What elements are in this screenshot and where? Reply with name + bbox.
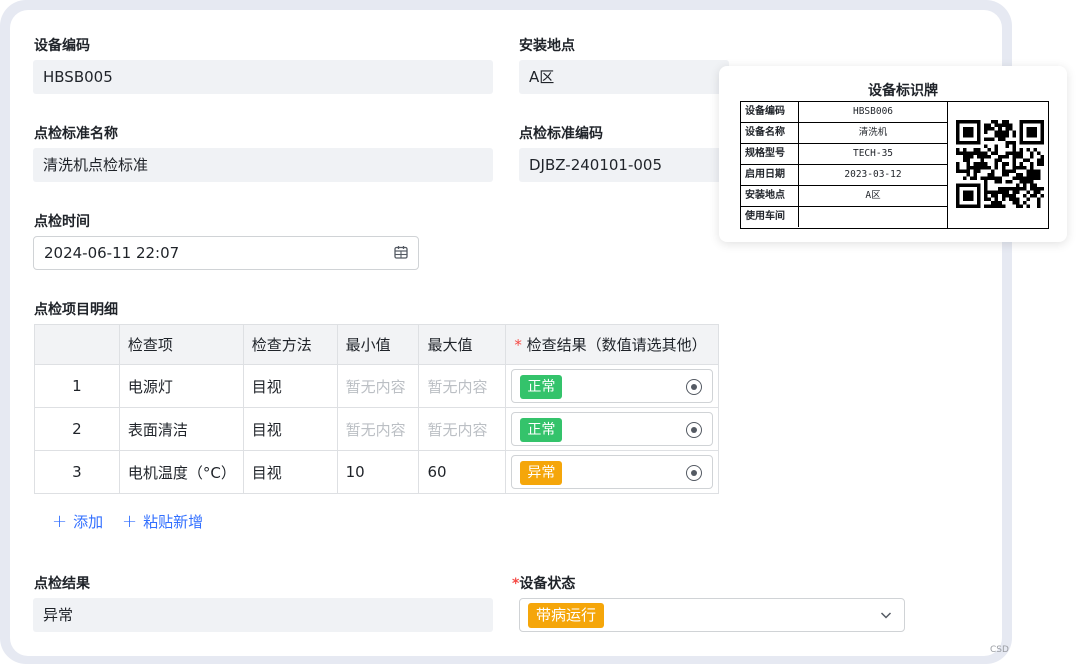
nameplate-row: 启用日期 2023-03-12 — [741, 165, 947, 186]
nameplate-value: HBSB006 — [852, 106, 894, 117]
inspection-result-label: 点检结果 — [34, 576, 90, 592]
device-status-select[interactable]: 带病运行 — [519, 598, 905, 632]
plus-icon: + — [122, 510, 138, 532]
device-nameplate-card: 设备标识牌 设备编码 HBSB006 设备名称 清洗机 规格型号 TECH-35… — [719, 66, 1067, 242]
col-header-method: 检查方法 — [242, 324, 338, 365]
device-status-label-text: 设备状态 — [519, 576, 576, 592]
col-header-max: 最大值 — [418, 324, 507, 365]
result-tag: 正常 — [520, 375, 563, 399]
row-method: 目视 — [242, 407, 338, 451]
nameplate-row: 规格型号 TECH-35 — [741, 144, 947, 165]
row-index: 3 — [34, 450, 120, 494]
detail-title: 点检项目明细 — [34, 302, 118, 318]
inspection-detail-table: 检查项 检查方法 最小值 最大值 * 检查结果（数值请选其他） 1 电源灯 目视… — [34, 324, 719, 494]
nameplate-value: 2023-03-12 — [844, 169, 902, 180]
radio-icon[interactable] — [686, 422, 702, 438]
nameplate-key: 使用车间 — [741, 207, 799, 227]
chevron-down-icon[interactable] — [880, 609, 892, 621]
nameplate-divider — [947, 102, 948, 228]
inspection-time-input[interactable]: 2024-06-11 22:07 — [33, 236, 419, 270]
nameplate-key: 启用日期 — [741, 165, 799, 185]
nameplate-key: 设备编码 — [741, 102, 799, 122]
nameplate-value: A区 — [865, 190, 881, 201]
device-code-field: HBSB005 — [33, 60, 493, 94]
row-result-cell: 正常 — [505, 364, 719, 408]
col-header-result: * 检查结果（数值请选其他） — [505, 324, 719, 365]
calendar-icon[interactable] — [394, 245, 408, 259]
device-status-tag: 带病运行 — [528, 603, 605, 628]
add-row-button[interactable]: + 添加 — [52, 511, 103, 532]
row-item: 电源灯 — [118, 364, 244, 408]
qr-code-icon — [956, 120, 1044, 208]
nameplate-key: 规格型号 — [741, 144, 799, 164]
row-min: 暂无内容 — [336, 364, 420, 408]
radio-icon[interactable] — [686, 379, 702, 395]
nameplate-value: TECH-35 — [852, 148, 894, 159]
standard-code-label: 点检标准编码 — [519, 126, 603, 142]
standard-name-label: 点检标准名称 — [34, 126, 118, 142]
row-result-cell: 正常 — [505, 407, 719, 451]
result-select[interactable]: 异常 — [511, 455, 713, 489]
paste-add-button[interactable]: + 粘贴新增 — [122, 511, 203, 532]
nameplate-key: 设备名称 — [741, 123, 799, 143]
device-code-label: 设备编码 — [34, 38, 90, 54]
paste-add-label: 粘贴新增 — [143, 513, 204, 531]
result-tag: 正常 — [520, 418, 563, 442]
row-method: 目视 — [242, 450, 338, 494]
row-result-cell: 异常 — [505, 450, 719, 494]
inspection-time-value: 2024-06-11 22:07 — [44, 244, 180, 262]
nameplate-table: 设备编码 HBSB006 设备名称 清洗机 规格型号 TECH-35 启用日期 … — [740, 101, 1049, 229]
install-location-label: 安装地点 — [519, 38, 575, 54]
device-status-label: *设备状态 — [512, 573, 575, 593]
table-row: 3 电机温度（°C） 目视 10 60 异常 — [34, 450, 719, 494]
radio-icon[interactable] — [686, 465, 702, 481]
row-max: 60 — [418, 450, 507, 494]
install-location-field: A区 — [519, 60, 729, 94]
watermark: CSD — [990, 645, 1009, 655]
nameplate-value — [799, 207, 947, 227]
table-row: 1 电源灯 目视 暂无内容 暂无内容 正常 — [34, 364, 719, 408]
row-index: 2 — [34, 407, 120, 451]
row-min: 10 — [336, 450, 420, 494]
nameplate-row: 安装地点 A区 — [741, 186, 947, 207]
nameplate-row: 使用车间 — [741, 207, 947, 228]
standard-code-field: DJBZ-240101-005 — [519, 148, 729, 182]
row-method: 目视 — [242, 364, 338, 408]
required-mark: * — [514, 336, 522, 354]
result-select[interactable]: 正常 — [511, 369, 713, 403]
row-max: 暂无内容 — [418, 407, 507, 451]
row-max: 暂无内容 — [418, 364, 507, 408]
nameplate-title: 设备标识牌 — [868, 83, 938, 99]
inspection-time-label: 点检时间 — [34, 214, 90, 230]
nameplate-row: 设备名称 清洗机 — [741, 123, 947, 144]
plus-icon: + — [52, 510, 68, 532]
add-row-label: 添加 — [73, 513, 104, 531]
result-tag: 异常 — [520, 461, 563, 485]
standard-name-field: 清洗机点检标准 — [33, 148, 493, 182]
row-min: 暂无内容 — [336, 407, 420, 451]
col-header-index — [34, 324, 120, 365]
nameplate-key: 安装地点 — [741, 186, 799, 206]
col-header-min: 最小值 — [336, 324, 420, 365]
table-row: 2 表面清洁 目视 暂无内容 暂无内容 正常 — [34, 407, 719, 451]
nameplate-row: 设备编码 HBSB006 — [741, 102, 947, 123]
table-header-row: 检查项 检查方法 最小值 最大值 * 检查结果（数值请选其他） — [34, 324, 719, 365]
nameplate-value: 清洗机 — [858, 127, 888, 138]
col-header-result-label: 检查结果（数值请选其他） — [526, 336, 707, 354]
row-item: 电机温度（°C） — [118, 450, 244, 494]
result-select[interactable]: 正常 — [511, 412, 713, 446]
col-header-item: 检查项 — [118, 324, 244, 365]
inspection-result-field: 异常 — [33, 598, 493, 632]
row-item: 表面清洁 — [118, 407, 244, 451]
row-index: 1 — [34, 364, 120, 408]
